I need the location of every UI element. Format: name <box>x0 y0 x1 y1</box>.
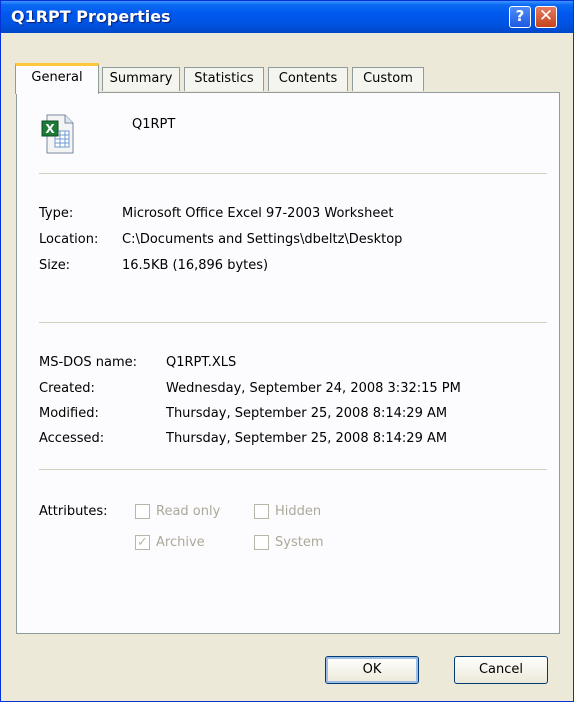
msdos-name-value: Q1RPT.XLS <box>166 355 237 370</box>
svg-text:X: X <box>45 122 55 136</box>
help-icon: ? <box>515 7 525 25</box>
help-button[interactable]: ? <box>509 6 531 28</box>
created-label: Created: <box>39 381 95 396</box>
modified-value: Thursday, September 25, 2008 8:14:29 AM <box>166 406 448 421</box>
archive-label: Archive <box>156 535 205 550</box>
divider <box>39 469 547 470</box>
tab-summary[interactable]: Summary <box>102 67 180 91</box>
system-label: System <box>275 535 324 550</box>
location-label: Location: <box>39 232 99 247</box>
archive-checkbox[interactable]: ✓ <box>135 535 150 550</box>
hidden-label: Hidden <box>275 504 322 519</box>
system-checkbox[interactable] <box>254 535 269 550</box>
accessed-label: Accessed: <box>39 431 105 446</box>
close-icon: ✕ <box>538 6 554 26</box>
read-only-checkbox[interactable] <box>135 504 150 519</box>
divider <box>39 173 547 174</box>
excel-file-icon: X <box>41 114 74 154</box>
type-label: Type: <box>39 206 74 221</box>
size-label: Size: <box>39 258 71 273</box>
properties-dialog: Q1RPT Properties ? ✕ General Summary Sta… <box>0 0 574 702</box>
tab-statistics[interactable]: Statistics <box>184 67 264 91</box>
location-value: C:\Documents and Settings\dbeltz\Desktop <box>122 232 403 247</box>
modified-label: Modified: <box>39 406 99 421</box>
type-value: Microsoft Office Excel 97-2003 Worksheet <box>122 206 394 221</box>
window-title: Q1RPT Properties <box>11 7 171 26</box>
tab-custom[interactable]: Custom <box>352 67 424 91</box>
file-name: Q1RPT <box>132 117 176 132</box>
size-value: 16.5KB (16,896 bytes) <box>122 258 269 273</box>
msdos-name-label: MS-DOS name: <box>39 355 138 370</box>
created-value: Wednesday, September 24, 2008 3:32:15 PM <box>166 381 461 396</box>
cancel-button[interactable]: Cancel <box>454 656 548 684</box>
title-bar[interactable]: Q1RPT Properties ? ✕ <box>1 1 573 33</box>
tab-contents[interactable]: Contents <box>268 67 348 91</box>
hidden-checkbox[interactable] <box>254 504 269 519</box>
tab-general[interactable]: General <box>15 63 99 94</box>
divider <box>39 322 547 323</box>
read-only-label: Read only <box>156 504 221 519</box>
checkmark-icon: ✓ <box>137 535 148 550</box>
ok-button[interactable]: OK <box>325 656 419 684</box>
close-button[interactable]: ✕ <box>535 6 557 28</box>
accessed-value: Thursday, September 25, 2008 8:14:29 AM <box>166 431 448 446</box>
attributes-label: Attributes: <box>39 504 108 519</box>
